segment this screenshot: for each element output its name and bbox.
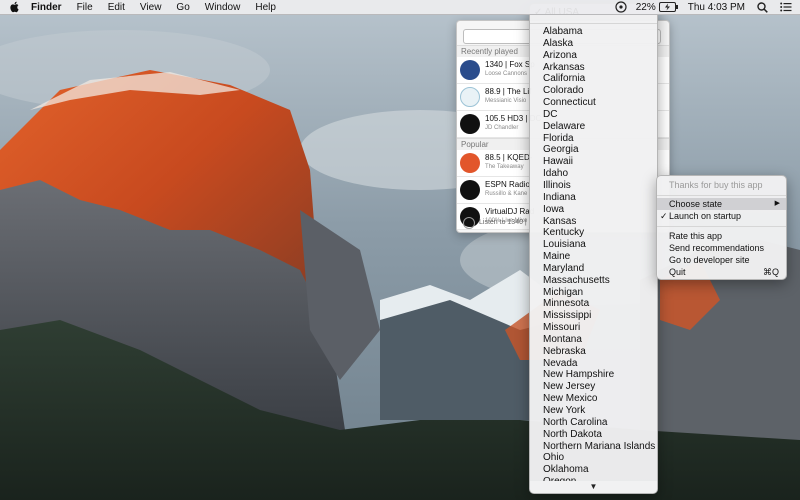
state-option[interactable]: Maine (530, 251, 657, 263)
menubar-clock[interactable]: Thu 4:03 PM (688, 2, 745, 13)
state-option[interactable]: New York (530, 405, 657, 417)
menu-file[interactable]: File (77, 2, 93, 13)
notification-center-icon[interactable] (780, 2, 792, 12)
station-program: The Takeaway (485, 164, 524, 170)
state-option[interactable]: Colorado (530, 85, 657, 97)
station-logo-icon (460, 60, 480, 80)
state-select-menu: ✓ All USA AlabamaAlaskaArizonaArkansasCa… (529, 3, 658, 494)
state-option[interactable]: Michigan (530, 287, 657, 299)
state-option[interactable]: Oklahoma (530, 464, 657, 476)
state-option[interactable]: Illinois (530, 180, 657, 192)
state-option[interactable]: Connecticut (530, 97, 657, 109)
submenu-arrow-icon: ▶ (774, 200, 780, 207)
menu-item-label: Launch on startup (669, 211, 742, 221)
menu-item-send-recommendations[interactable]: Send recommendations (657, 242, 786, 254)
station-name: 1340 | Fox Sp (485, 60, 535, 69)
station-logo-icon (460, 87, 480, 107)
state-option[interactable]: Mississippi (530, 310, 657, 322)
state-option[interactable]: New Jersey (530, 381, 657, 393)
menu-item-label: Quit (669, 267, 686, 277)
state-option[interactable]: Nevada (530, 358, 657, 370)
state-option[interactable]: Alaska (530, 38, 657, 50)
menu-separator (657, 226, 786, 227)
radio-status-icon[interactable] (615, 1, 627, 13)
menu-item-rate[interactable]: Rate this app (657, 230, 786, 242)
menu-edit[interactable]: Edit (108, 2, 125, 13)
state-option[interactable]: Montana (530, 334, 657, 346)
menu-item-launch-on-startup[interactable]: ✓ Launch on startup (657, 210, 786, 222)
battery-percent: 22% (635, 1, 656, 13)
station-logo-icon (460, 180, 480, 200)
state-option[interactable]: Northern Mariana Islands (530, 441, 657, 453)
now-playing-icon[interactable] (463, 217, 475, 229)
apple-logo-icon[interactable] (9, 1, 21, 13)
station-program: Russillo & Kane (485, 191, 528, 197)
state-option[interactable]: Massachusetts (530, 275, 657, 287)
menu-item-choose-state[interactable]: Choose state ▶ (657, 198, 786, 210)
state-option[interactable]: Kentucky (530, 227, 657, 239)
state-option[interactable]: Kansas (530, 216, 657, 228)
menu-separator (657, 195, 786, 196)
state-list: Alabama Alaska Arizona Arkansas California Co… (530, 26, 657, 488)
state-option[interactable]: Idaho (530, 168, 657, 180)
menu-bar: Finder File Edit View Go Window Help 22%… (0, 0, 800, 15)
station-program: JD Chandler (485, 125, 519, 131)
spotlight-search-icon[interactable] (757, 1, 768, 13)
state-option[interactable]: Indiana (530, 192, 657, 204)
state-option[interactable]: Minnesota (530, 298, 657, 310)
menu-item-label: Choose state (669, 199, 723, 209)
station-name: 88.9 | The Lif (485, 87, 532, 96)
menu-window[interactable]: Window (205, 2, 241, 13)
menu-separator (530, 23, 657, 24)
menu-app-name[interactable]: Finder (31, 2, 62, 13)
state-option[interactable]: Nebraska (530, 346, 657, 358)
keyboard-shortcut: ⌘Q (762, 267, 779, 277)
state-option[interactable]: Arkansas (530, 62, 657, 74)
menu-go[interactable]: Go (176, 2, 189, 13)
state-option[interactable]: Arizona (530, 50, 657, 62)
battery-icon[interactable] (658, 2, 679, 12)
station-program: Messianic Visio (485, 98, 527, 104)
app-context-menu: Thanks for buy this app Choose state ▶ ✓… (656, 175, 787, 280)
state-option[interactable]: Delaware (530, 121, 657, 133)
state-option[interactable]: North Carolina (530, 417, 657, 429)
station-logo-icon (460, 114, 480, 134)
menu-item-developer-site[interactable]: Go to developer site (657, 254, 786, 266)
menu-item-thanks: Thanks for buy this app (669, 180, 763, 190)
station-logo-icon (460, 153, 480, 173)
state-option[interactable]: Maryland (530, 263, 657, 275)
station-name: VirtualDJ Rad (485, 207, 535, 216)
menu-help[interactable]: Help (255, 2, 276, 13)
state-option[interactable]: New Hampshire (530, 369, 657, 381)
state-option[interactable]: Georgia (530, 144, 657, 156)
state-option[interactable]: Missouri (530, 322, 657, 334)
state-option[interactable]: Florida (530, 133, 657, 145)
state-option[interactable]: Hawaii (530, 156, 657, 168)
station-program: Loose Cannons (485, 71, 528, 77)
state-option[interactable]: Louisiana (530, 239, 657, 251)
checkmark-icon: ✓ (660, 211, 668, 221)
menu-view[interactable]: View (140, 2, 162, 13)
state-option[interactable]: California (530, 73, 657, 85)
state-option[interactable]: New Mexico (530, 393, 657, 405)
station-name: ESPN Radio (485, 180, 530, 189)
state-option[interactable]: DC (530, 109, 657, 121)
menu-item-quit[interactable]: Quit ⌘Q (657, 266, 786, 278)
station-name: 88.5 | KQED- (485, 153, 533, 162)
state-option[interactable]: North Dakota (530, 429, 657, 441)
state-option[interactable]: Ohio (530, 452, 657, 464)
now-playing-text: Listen to 1340 | (479, 219, 527, 226)
scroll-down-arrow-icon[interactable]: ▼ (530, 481, 657, 493)
state-option[interactable]: Alabama (530, 26, 657, 38)
state-option[interactable]: Iowa (530, 204, 657, 216)
